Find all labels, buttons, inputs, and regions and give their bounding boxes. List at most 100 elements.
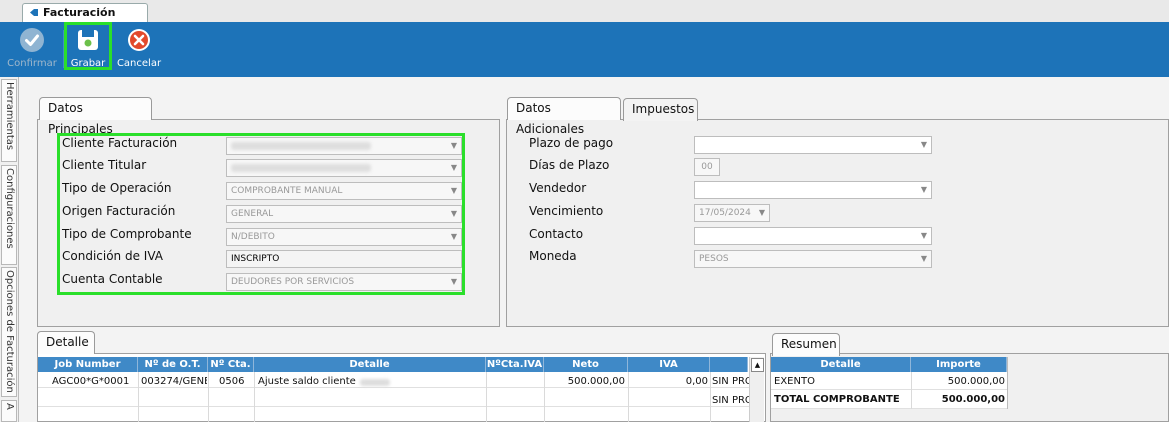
column-divider <box>254 372 255 422</box>
redacted-value <box>231 164 371 172</box>
side-tab-a[interactable]: A <box>1 400 17 422</box>
cliente-titular-dropdown[interactable]: ▼ <box>226 159 462 177</box>
confirm-label: Confirmar <box>7 58 57 69</box>
checkmark-icon <box>20 28 44 52</box>
field-value: 00 <box>701 162 713 172</box>
vendedor-dropdown[interactable]: ▼ <box>694 181 932 199</box>
redacted-value <box>231 142 371 150</box>
close-icon <box>128 29 150 51</box>
field-value: COMPROBANTE MANUAL <box>231 186 343 196</box>
field-value: GENERAL <box>231 209 274 219</box>
cell-importe: 500.000,00 <box>941 394 1005 405</box>
contacto-dropdown[interactable]: ▼ <box>694 227 932 245</box>
chevron-down-icon: ▼ <box>920 231 927 240</box>
cell-ot: 003274/GENE <box>141 376 207 387</box>
chevron-down-icon: ▼ <box>450 277 457 286</box>
tab-impuestos[interactable]: Impuestos <box>623 98 698 121</box>
plazo-pago-dropdown[interactable]: ▼ <box>694 136 932 154</box>
column-divider <box>1007 357 1008 409</box>
column-divider <box>544 372 545 422</box>
cell-cta: 0506 <box>219 376 245 387</box>
cell-importe: 500.000,00 <box>947 376 1005 387</box>
cell-iva: 0,00 <box>685 376 708 387</box>
moneda-dropdown[interactable]: PESOS ▼ <box>694 250 932 268</box>
dias-plazo-label: Días de Plazo <box>529 158 610 172</box>
side-tab-label: Opciones de Facturación <box>4 270 15 393</box>
column-header-job-number[interactable]: Job Number <box>38 357 138 372</box>
tab-label: Resumen <box>781 337 837 351</box>
vendedor-label: Vendedor <box>529 181 587 195</box>
chevron-down-icon: ▼ <box>758 208 765 217</box>
dias-plazo-field[interactable]: 00 <box>694 158 720 176</box>
column-divider <box>138 372 139 422</box>
chevron-down-icon: ▼ <box>920 185 927 194</box>
tab-label: Impuestos <box>632 102 695 116</box>
tipo-comprobante-label: Tipo de Comprobante <box>62 227 192 241</box>
origen-facturacion-label: Origen Facturación <box>62 204 176 218</box>
condicion-iva-field: INSCRIPTO <box>226 250 462 268</box>
toolbar: Confirmar Grabar Cancelar <box>0 22 1169 77</box>
cell-detalle: Ajuste saldo cliente <box>258 376 356 387</box>
tipo-comprobante-dropdown[interactable]: N/DEBITO ▼ <box>226 228 462 246</box>
column-divider <box>628 372 629 422</box>
tab-datos-adicionales[interactable]: Datos Adicionales <box>507 97 621 136</box>
cell-detalle: TOTAL COMPROBANTE <box>774 394 900 405</box>
chevron-down-icon: ▼ <box>920 254 927 263</box>
column-header-cta[interactable]: Nº Cta. <box>208 357 254 372</box>
contacto-label: Contacto <box>529 227 584 241</box>
column-header-iva[interactable]: IVA <box>628 357 710 372</box>
row-divider <box>771 408 1007 409</box>
tipo-operacion-dropdown[interactable]: COMPROBANTE MANUAL ▼ <box>226 182 462 200</box>
scroll-up-arrow-icon[interactable]: ▲ <box>751 358 764 372</box>
tab-label: Detalle <box>46 335 89 349</box>
field-value: DEUDORES POR SERVICIOS <box>231 277 355 287</box>
side-tab-configuraciones[interactable]: Configuraciones <box>1 165 17 265</box>
vertical-scrollbar[interactable]: ▲ <box>749 357 764 422</box>
field-value: PESOS <box>699 254 729 264</box>
window-tab-icon <box>30 9 38 16</box>
column-header-ot[interactable]: Nº de O.T. <box>138 357 208 372</box>
cuenta-contable-dropdown[interactable]: DEUDORES POR SERVICIOS ▼ <box>226 273 462 291</box>
field-value: N/DEBITO <box>231 232 275 242</box>
tipo-operacion-label: Tipo de Operación <box>62 181 172 195</box>
side-tab-herramientas[interactable]: Herramientas <box>1 79 17 162</box>
column-divider <box>208 372 209 422</box>
side-tab-label: A <box>4 403 15 410</box>
save-button[interactable]: Grabar <box>64 22 112 70</box>
side-tab-label: Herramientas <box>4 82 15 151</box>
column-header-cta-iva[interactable]: NºCta.IVA <box>486 357 544 372</box>
cell-neto: 500.000,00 <box>567 376 625 387</box>
cell-job-number: AGC00*G*0001 <box>52 376 130 387</box>
field-value: INSCRIPTO <box>231 254 280 264</box>
column-header-detalle[interactable]: Detalle <box>771 357 911 372</box>
tab-datos-principales[interactable]: Datos Principales <box>39 97 152 136</box>
column-header-detalle[interactable]: Detalle <box>254 357 486 372</box>
chevron-down-icon: ▼ <box>450 232 457 241</box>
origen-facturacion-dropdown[interactable]: GENERAL ▼ <box>226 205 462 223</box>
field-value: 17/05/2024 <box>699 208 751 218</box>
moneda-label: Moneda <box>529 249 577 263</box>
column-divider <box>486 372 487 422</box>
tab-detalle[interactable]: Detalle <box>37 331 95 354</box>
cliente-facturacion-dropdown[interactable]: ▼ <box>226 137 462 155</box>
column-header-importe[interactable]: Importe <box>911 357 1007 372</box>
column-divider <box>710 372 711 422</box>
chevron-down-icon: ▼ <box>450 163 457 172</box>
tab-label: Datos Principales <box>48 101 113 136</box>
tab-facturacion-manual[interactable]: Facturación Manual <box>22 3 148 36</box>
column-header-neto[interactable]: Neto <box>544 357 628 372</box>
chevron-down-icon: ▼ <box>450 186 457 195</box>
save-label: Grabar <box>70 58 106 69</box>
side-tab-label: Configuraciones <box>4 168 15 249</box>
cliente-facturacion-label: Cliente Facturación <box>62 136 178 150</box>
vencimiento-date-picker[interactable]: 17/05/2024 ▼ <box>694 204 770 222</box>
row-divider <box>771 389 1007 390</box>
cancel-label: Cancelar <box>116 58 162 69</box>
cancel-button[interactable]: Cancelar <box>113 22 165 74</box>
cell-extra: SIN PRO <box>712 395 749 406</box>
tab-resumen[interactable]: Resumen <box>772 333 840 356</box>
confirm-button[interactable]: Confirmar <box>1 22 63 74</box>
column-header-extra[interactable] <box>710 357 748 372</box>
floppy-disk-icon <box>78 30 98 50</box>
side-tab-opciones-facturacion[interactable]: Opciones de Facturación <box>1 267 17 397</box>
